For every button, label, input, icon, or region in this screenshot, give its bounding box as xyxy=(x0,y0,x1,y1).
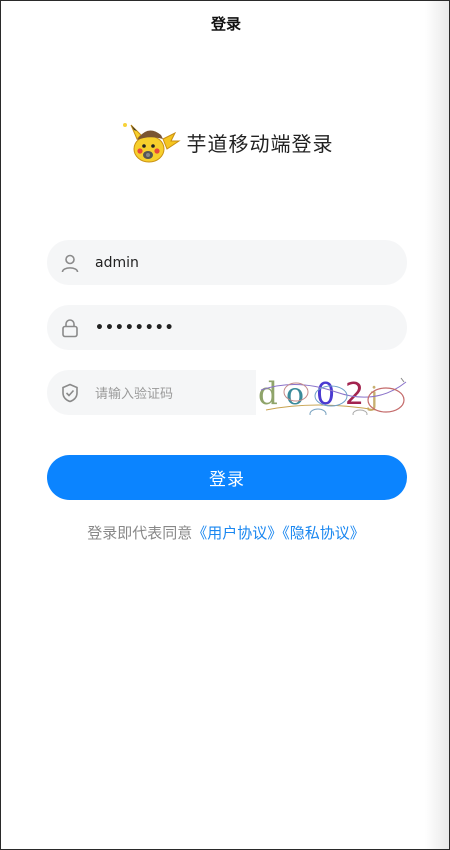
login-screen: 登录 芋道移动端登录 admin •••••••• 请输入验证码 d o 0 2… xyxy=(0,0,450,850)
captcha-field[interactable]: 请输入验证码 xyxy=(47,370,256,415)
username-field[interactable]: admin xyxy=(47,240,407,285)
svg-text:d: d xyxy=(258,376,278,412)
shield-check-icon xyxy=(59,382,81,404)
captcha-image[interactable]: d o 0 2 j xyxy=(256,370,407,415)
privacy-policy-link[interactable]: 《隐私协议》 xyxy=(282,524,365,542)
login-button[interactable]: 登录 xyxy=(47,455,407,500)
username-value: admin xyxy=(95,254,139,271)
user-agreement-link[interactable]: 《用户协议》 xyxy=(192,524,282,542)
agreement-text: 登录即代表同意《用户协议》《隐私协议》 xyxy=(1,522,449,543)
password-field[interactable]: •••••••• xyxy=(47,305,407,350)
agreement-prefix: 登录即代表同意 xyxy=(87,524,193,542)
app-title: 芋道移动端登录 xyxy=(186,131,334,156)
pikachu-mascot-icon xyxy=(122,123,181,163)
screen-edge-shadow xyxy=(425,1,449,849)
page-title: 登录 xyxy=(210,15,241,33)
brand-row: 芋道移动端登录 xyxy=(1,119,449,165)
lock-icon xyxy=(59,317,81,339)
user-icon xyxy=(59,252,81,274)
password-value: •••••••• xyxy=(95,319,175,336)
svg-text:0: 0 xyxy=(316,377,335,412)
captcha-placeholder: 请输入验证码 xyxy=(95,387,174,402)
